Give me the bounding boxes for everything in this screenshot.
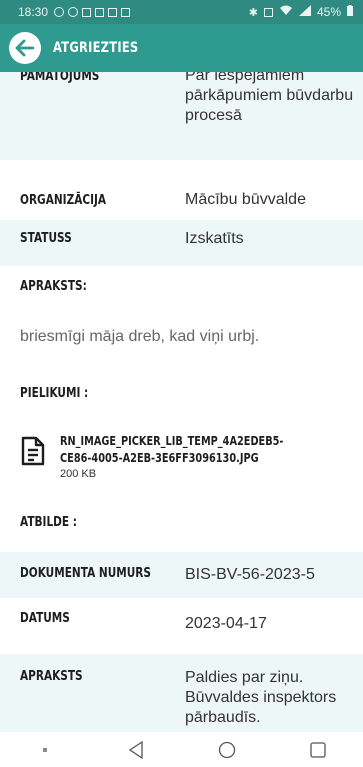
organizacija-value: Mācību būvvalde [185,191,306,208]
recents-square-icon [309,741,326,758]
atbilde-apraksts-value: Paldies par ziņu. Būvvaldes inspektors p… [185,669,337,726]
document-icon [21,436,45,466]
mail-icon [121,7,131,17]
menu-dot-button[interactable] [25,735,65,765]
datums-label: DATUMS [20,610,70,626]
home-nav-button[interactable] [207,735,247,765]
row-dokumenta-numurs: DOKUMENTA NUMURS BIS-BV-56-2023-5 [0,552,363,598]
wifi-icon [279,5,293,19]
notification-icons [54,7,131,17]
system-nav-bar [0,732,363,767]
back-nav-button[interactable] [116,735,156,765]
row-datums: DATUMS 2023-04-17 [0,598,363,654]
status-bar: 18:30 ✱ 45% [0,0,363,24]
pamatojums-label: PAMATOJUMS [20,72,100,84]
attachment-item[interactable]: RN_IMAGE_PICKER_LIB_TEMP_4A2EDEB5-CE86-4… [20,432,360,480]
message-icon [95,7,105,17]
back-label[interactable]: ATGRIEZTIES [53,40,138,56]
app-bar: ATGRIEZTIES [0,24,363,72]
notification-icon [68,7,79,17]
attachment-file-size: 200 KB [60,468,97,480]
status-time: 18:30 [18,5,49,19]
notification-icon [54,7,65,17]
datums-value: 2023-04-17 [185,615,267,632]
arrow-left-icon [15,39,35,57]
recents-nav-button[interactable] [298,735,338,765]
battery-icon [347,5,353,19]
doc-num-value: BIS-BV-56-2023-5 [185,566,315,583]
battery-percent: 45% [316,5,341,19]
organizacija-label: ORGANIZĀCIJA [20,192,107,208]
menu-dot-icon [43,747,48,752]
bluetooth-icon: ✱ [248,6,258,19]
nfc-icon [263,7,273,17]
row-atbilde-apraksts: APRAKSTS Paldies par ziņu. Būvvaldes ins… [0,654,363,732]
back-button[interactable] [9,32,41,64]
row-organizacija: ORGANIZĀCIJA Mācību būvvalde [0,170,363,220]
download-icon [82,7,92,17]
row-pamatojums: PAMATOJUMS Par iespējamiem pārkāpumiem b… [0,72,363,160]
pamatojums-value: Par iespējamiem pārkāpumiem būvdarbu pro… [185,72,354,124]
attachment-file-name: RN_IMAGE_PICKER_LIB_TEMP_4A2EDEB5-CE86-4… [60,433,284,465]
home-circle-icon [218,741,236,758]
apraksts-value: briesmīgi māja dreb, kad viņi urbj. [20,328,260,345]
row-statuss: STATUSS Izskatīts [0,220,363,266]
apraksts-label: APRAKSTS: [20,278,87,294]
atbilde-apraksts-label: APRAKSTS [20,668,83,684]
statuss-label: STATUSS [20,230,72,246]
pielikumi-label: PIELIKUMI : [20,385,89,401]
doc-num-label: DOKUMENTA NUMURS [20,565,151,581]
back-triangle-icon [128,740,143,759]
report-details: PAMATOJUMS Par iespējamiem pārkāpumiem b… [0,72,363,732]
atbilde-label: ATBILDE : [20,514,77,530]
sim-icon [108,7,118,17]
signal-icon [298,5,311,19]
statuss-value: Izskatīts [185,230,244,247]
